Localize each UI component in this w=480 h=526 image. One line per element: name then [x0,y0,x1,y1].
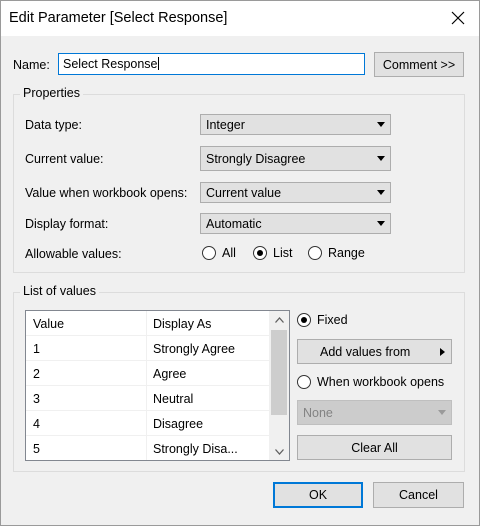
table-row[interactable]: 3 Neutral [26,386,269,411]
workbook-opens-label: Value when workbook opens: [25,186,188,200]
row-display: Strongly Agree [153,342,235,356]
row-display: Strongly Disa... [153,442,238,456]
ok-button[interactable]: OK [273,482,363,508]
chevron-down-icon [372,221,390,226]
name-input-value: Select Response [63,57,158,71]
name-input[interactable]: Select Response [58,53,365,75]
row-value: 5 [33,442,40,456]
row-value: 3 [33,392,40,406]
title-bar: Edit Parameter [Select Response] [0,0,480,36]
radio-when-opens-label: When workbook opens [317,375,445,389]
row-display: Agree [153,367,187,381]
values-table[interactable]: Value Display As 1 Strongly Agree 2 Agre… [25,310,290,461]
radio-circle-selected [253,246,267,260]
table-row[interactable]: 5 Strongly Disa... [26,436,269,460]
row-display: Neutral [153,392,194,406]
radio-circle [202,246,216,260]
table-row[interactable]: 2 Agree [26,361,269,386]
current-value-label: Current value: [25,152,104,166]
table-row[interactable]: 4 Disagree [26,411,269,436]
row-display: Disagree [153,417,204,431]
table-header: Value Display As [26,311,269,336]
workbook-opens-select[interactable]: Current value [200,182,391,203]
radio-range[interactable]: Range [308,246,365,260]
vertical-scrollbar[interactable] [269,311,289,460]
radio-circle-selected [297,313,311,327]
data-type-value: Integer [206,117,245,132]
current-value-select[interactable]: Strongly Disagree [200,146,391,171]
scroll-down-icon[interactable] [269,443,289,460]
add-values-label: Add values from [320,344,411,359]
clear-all-button[interactable]: Clear All [297,435,452,460]
dialog-title: Edit Parameter [Select Response] [9,10,228,26]
display-format-select[interactable]: Automatic [200,213,391,234]
chevron-down-icon [372,190,390,195]
radio-circle [297,375,311,389]
current-value-value: Strongly Disagree [206,151,306,166]
display-format-label: Display format: [25,217,109,231]
close-button[interactable] [442,4,474,32]
close-icon [451,11,465,25]
name-label: Name: [13,58,50,72]
data-type-select[interactable]: Integer [200,114,391,135]
data-type-label: Data type: [25,118,82,132]
chevron-down-icon [372,122,390,127]
list-of-values-title: List of values [20,284,99,298]
scroll-up-icon[interactable] [269,311,289,328]
radio-list-label: List [273,246,293,260]
row-value: 4 [33,417,40,431]
radio-list[interactable]: List [253,246,292,260]
chevron-down-icon [433,410,451,415]
when-opens-select[interactable]: None [297,400,452,425]
radio-all[interactable]: All [202,246,236,260]
add-values-from-button[interactable]: Add values from [297,339,452,364]
chevron-right-icon [440,348,445,356]
display-format-value: Automatic [206,216,262,231]
allowable-values-label: Allowable values: [25,247,122,261]
column-header-display-as[interactable]: Display As [153,317,211,331]
comment-button[interactable]: Comment >> [374,52,464,77]
table-row[interactable]: 1 Strongly Agree [26,336,269,361]
scroll-thumb[interactable] [271,330,287,415]
row-value: 1 [33,342,40,356]
radio-fixed[interactable]: Fixed [297,313,348,327]
radio-fixed-label: Fixed [317,313,348,327]
radio-when-workbook-opens[interactable]: When workbook opens [297,375,444,389]
text-caret [157,57,159,70]
radio-circle [308,246,322,260]
cancel-button[interactable]: Cancel [373,482,464,508]
properties-title: Properties [20,86,83,100]
radio-range-label: Range [328,246,365,260]
row-value: 2 [33,367,40,381]
radio-all-label: All [222,246,236,260]
chevron-down-icon [372,156,390,161]
when-opens-value: None [303,405,333,420]
column-header-value[interactable]: Value [33,317,64,331]
workbook-opens-value: Current value [206,185,282,200]
